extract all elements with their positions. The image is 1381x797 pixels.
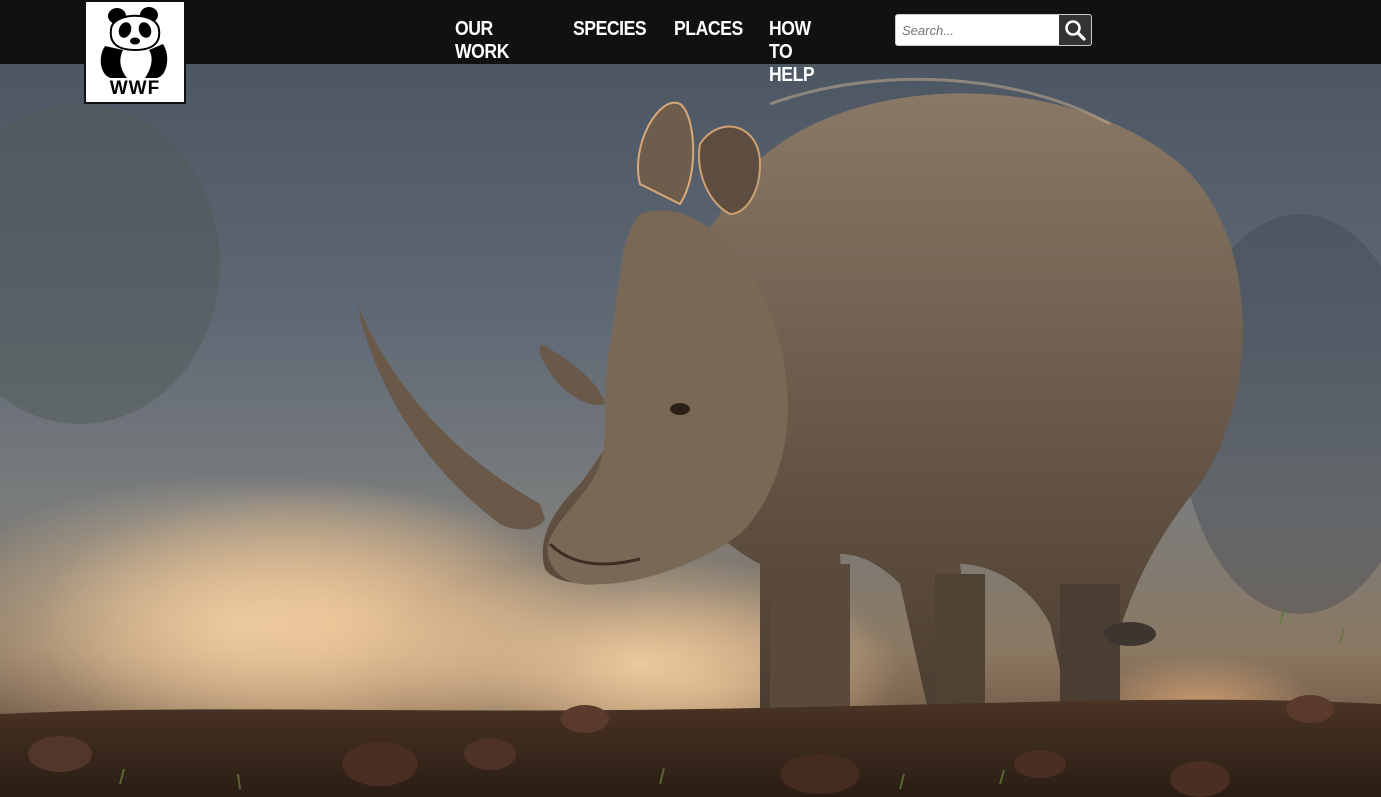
logo-text: WWF xyxy=(109,78,161,99)
search-icon xyxy=(1065,20,1086,41)
rhino-photo xyxy=(0,77,1381,797)
nav-item-our-work[interactable]: OUR WORK xyxy=(455,18,509,64)
nav-item-how-to-help[interactable]: HOW TO HELP xyxy=(769,18,815,87)
search-input[interactable] xyxy=(896,15,1058,45)
panda-icon xyxy=(100,7,168,78)
nav-item-species[interactable]: SPECIES xyxy=(573,18,647,41)
wwf-logo[interactable]: WWF xyxy=(84,0,186,104)
search-box xyxy=(895,14,1092,46)
search-button[interactable] xyxy=(1059,15,1091,45)
nav-item-places[interactable]: PLACES xyxy=(674,18,743,41)
hero-image xyxy=(0,64,1381,797)
top-navigation-bar: OUR WORK SPECIES PLACES HOW TO HELP xyxy=(0,0,1381,86)
